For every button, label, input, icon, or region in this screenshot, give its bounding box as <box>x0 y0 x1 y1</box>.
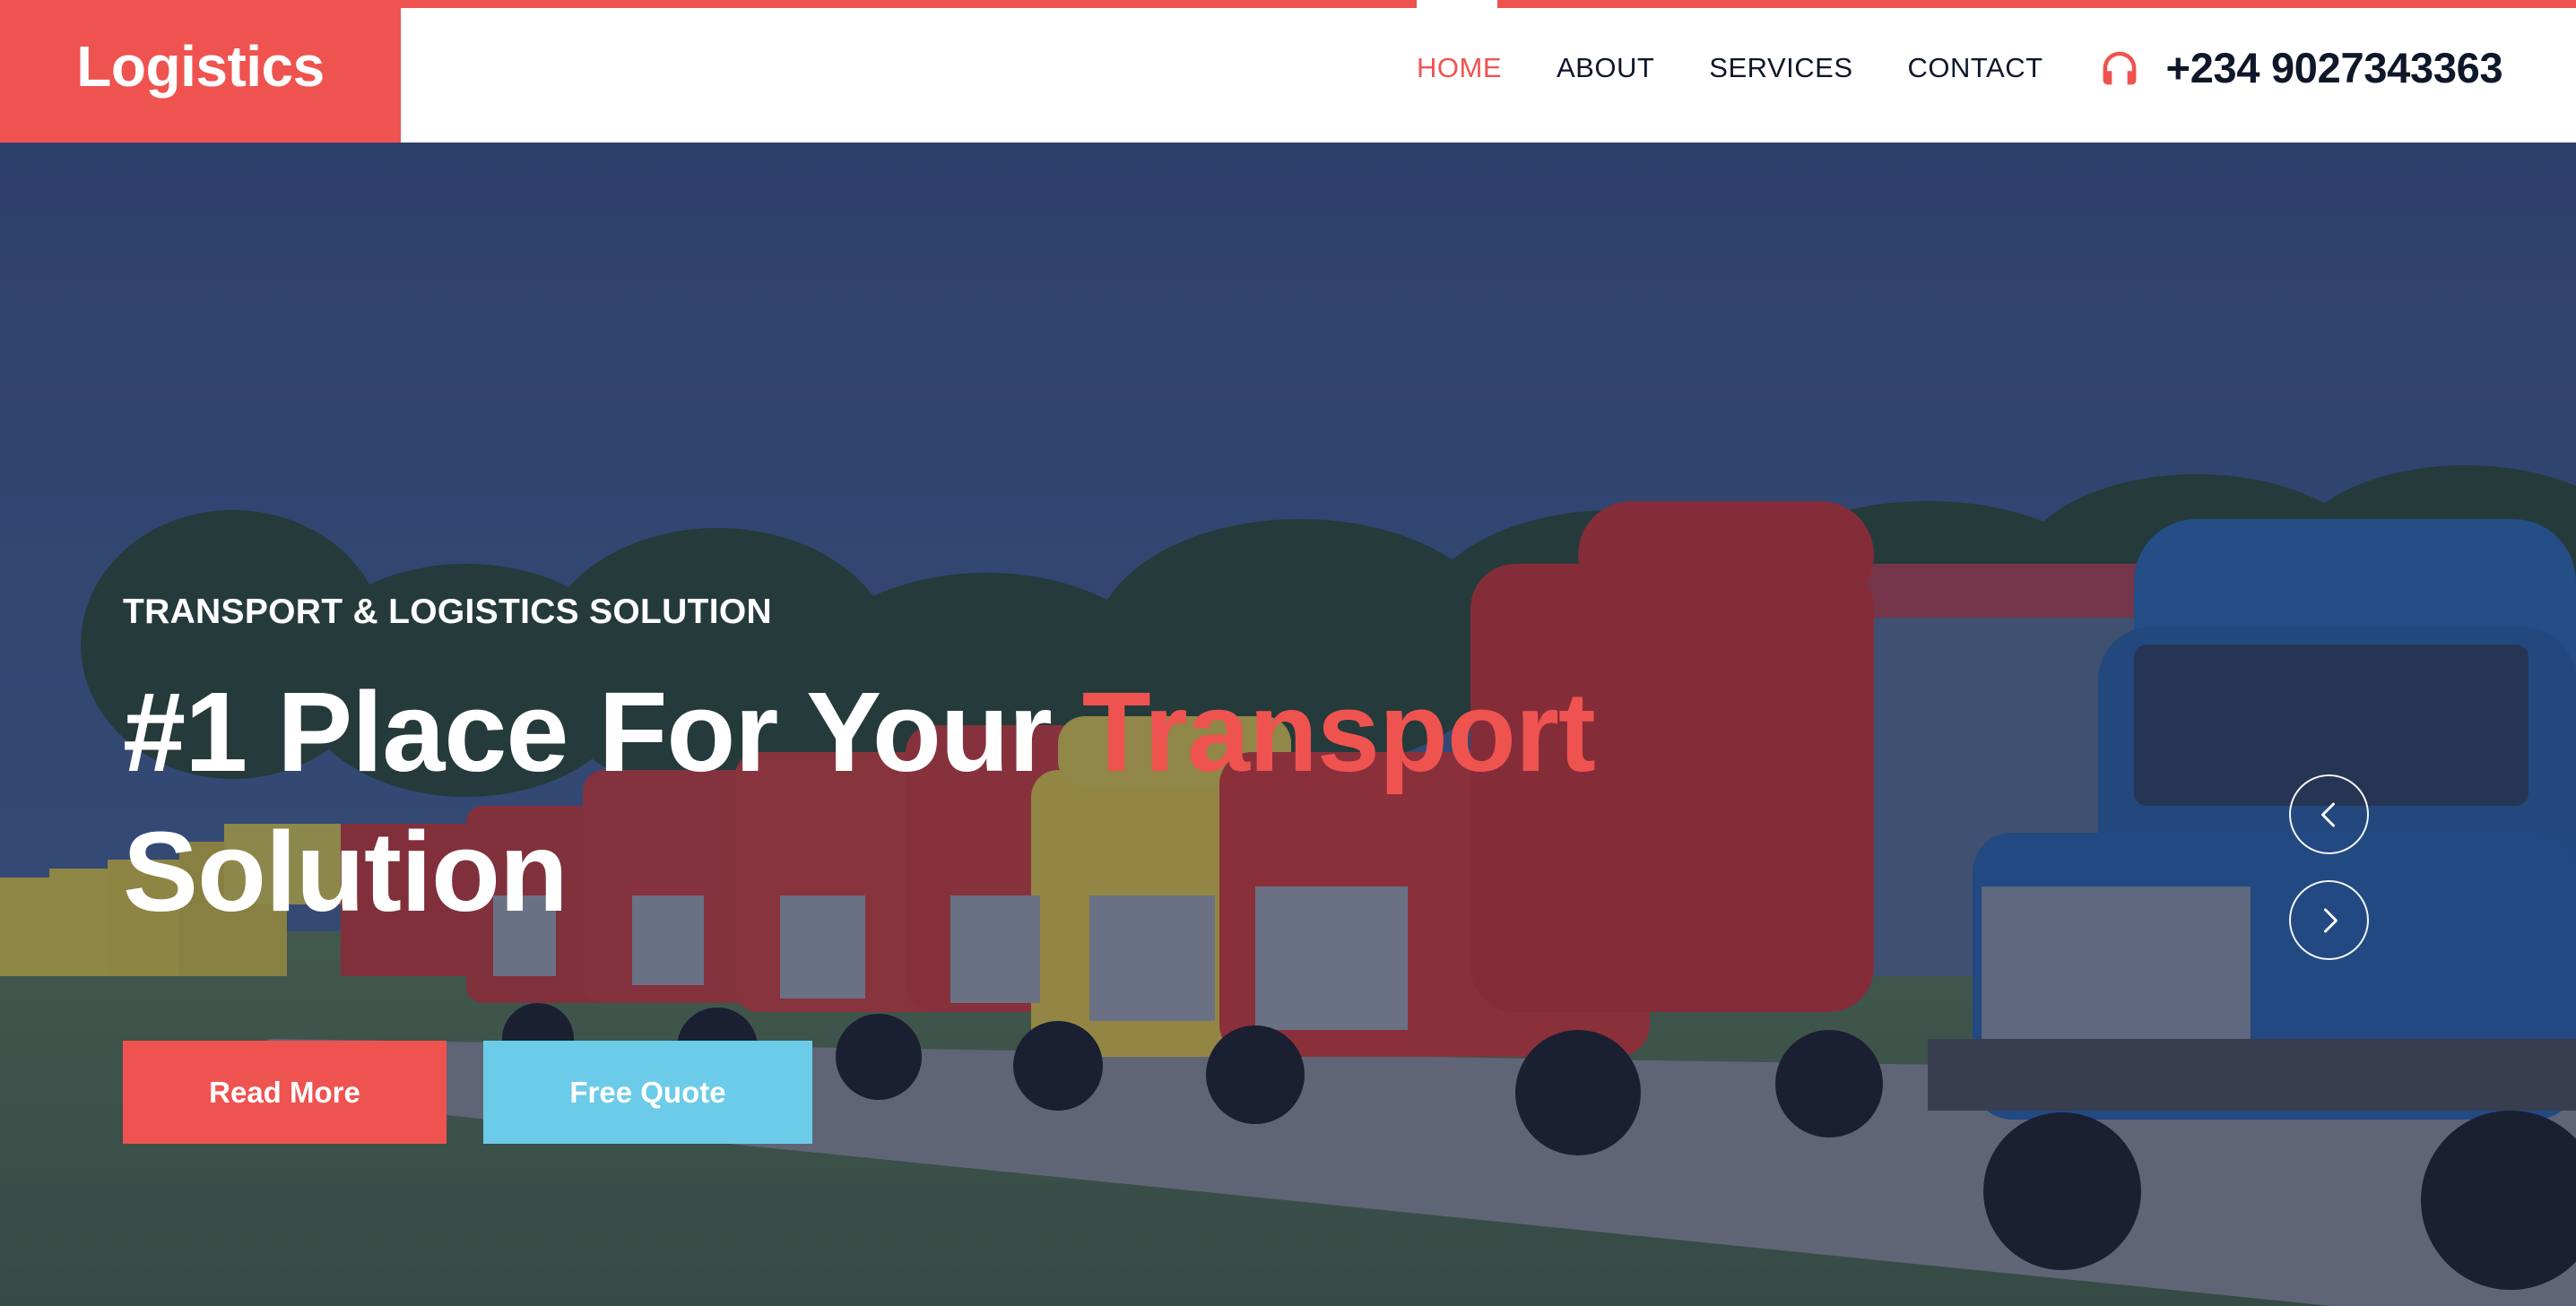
hero-title-text: #1 Place For Your <box>123 669 1082 795</box>
main-nav: HOME ABOUT SERVICES CONTACT +234 9027343… <box>1417 0 2503 143</box>
phone-number: +234 9027343363 <box>2165 44 2503 91</box>
read-more-button[interactable]: Read More <box>123 1041 447 1144</box>
nav-item-home[interactable]: HOME <box>1417 52 1502 91</box>
nav-item-contact[interactable]: CONTACT <box>1908 52 2043 91</box>
carousel-next-button[interactable] <box>2289 880 2369 960</box>
header-accent-stripe <box>401 0 1417 8</box>
hero-section: TRANSPORT & LOGISTICS SOLUTION #1 Place … <box>0 143 2576 1306</box>
page: Logistics HOME ABOUT SERVICES CONTACT +2… <box>0 0 2576 1306</box>
nav-item-about[interactable]: ABOUT <box>1557 52 1654 91</box>
site-header: Logistics HOME ABOUT SERVICES CONTACT +2… <box>0 0 2576 143</box>
headphones-icon <box>2103 51 2136 84</box>
hero-title-accent: Transport <box>1081 669 1596 795</box>
carousel-prev-button[interactable] <box>2289 774 2369 854</box>
brand-logo[interactable]: Logistics <box>0 0 401 143</box>
nav-item-services[interactable]: SERVICES <box>1709 52 1852 91</box>
header-phone[interactable]: +234 9027343363 <box>2096 43 2503 99</box>
free-quote-button[interactable]: Free Quote <box>483 1041 812 1144</box>
hero-title-text: Solution <box>123 809 568 935</box>
hero-title: #1 Place For Your Transport Solution <box>123 662 1826 942</box>
chevron-right-icon <box>2323 908 2337 932</box>
hero-kicker: TRANSPORT & LOGISTICS SOLUTION <box>123 592 773 631</box>
chevron-left-icon <box>2320 802 2335 826</box>
